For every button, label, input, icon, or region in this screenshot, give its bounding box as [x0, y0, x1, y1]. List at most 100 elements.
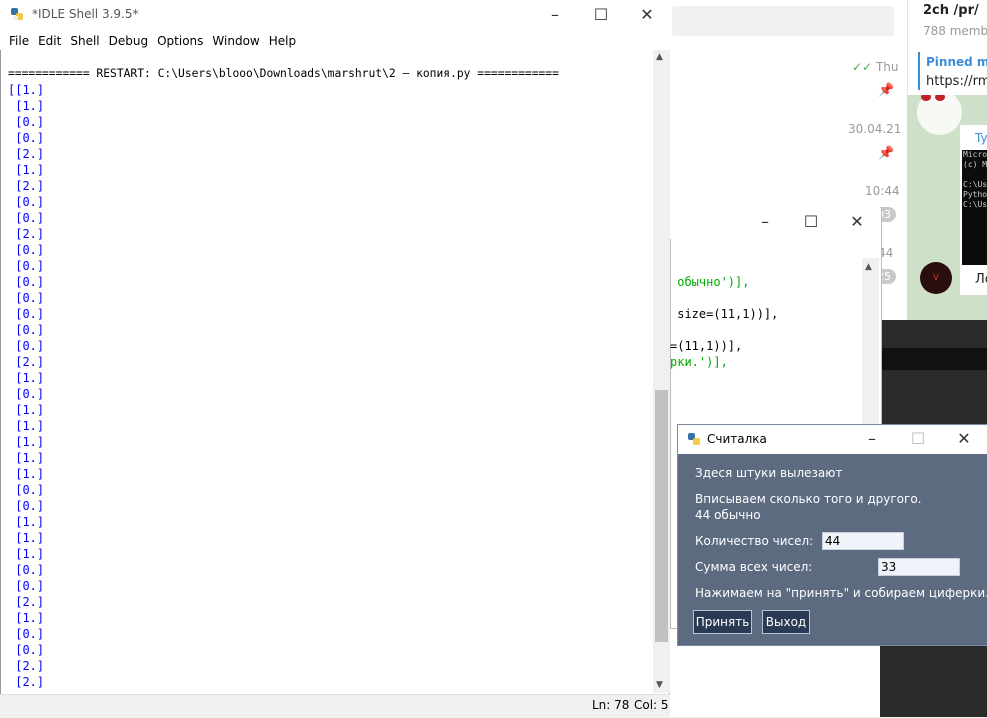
column-number: Col: 5 — [634, 698, 669, 712]
output-line: [2.] — [8, 179, 45, 193]
scroll-up-icon[interactable]: ▲ — [656, 52, 663, 62]
menu-debug[interactable]: Debug — [109, 31, 148, 51]
chat-time-2: 30.04.21 — [848, 122, 902, 136]
minimize-icon[interactable]: – — [532, 0, 578, 30]
dialog-hint: Нажимаем на "принять" и собираем циферки… — [695, 586, 987, 600]
output-line: [2.] — [8, 147, 45, 161]
editor-code[interactable]: обычно')], size=(11,1))], =(11,1))], рки.… — [670, 258, 860, 370]
menu-window[interactable]: Window — [212, 31, 259, 51]
output-line: [0.] — [8, 131, 45, 145]
output-line: [2.] — [8, 355, 45, 369]
close-icon[interactable]: ✕ — [941, 425, 987, 453]
count-input[interactable] — [822, 532, 904, 550]
output-line: [0.] — [8, 643, 45, 657]
output-line: [0.] — [8, 387, 45, 401]
output-line: [2.] — [8, 595, 45, 609]
dark-window-toolbar — [880, 348, 987, 370]
output-line: [1.] — [8, 531, 45, 545]
console-preview-image: Micro (c) M C:\Us Pytho C:\Us — [962, 150, 987, 265]
output-line: [0.] — [8, 115, 45, 129]
exit-button[interactable]: Выход — [762, 610, 810, 634]
output-line: [1.] — [8, 435, 45, 449]
dialog-heading: Здеся штуки вылезают — [695, 466, 843, 480]
editor-titlebar: – ☐ ✕ — [670, 207, 880, 239]
output-line: [0.] — [8, 627, 45, 641]
pin-icon: 📌 — [878, 146, 895, 161]
output-line: [1.] — [8, 611, 45, 625]
chat-members-count: 788 memb — [923, 24, 987, 38]
output-line: [0.] — [8, 291, 45, 305]
menu-shell[interactable]: Shell — [70, 31, 99, 51]
output-line: [1.] — [8, 467, 45, 481]
sum-input[interactable] — [878, 558, 960, 576]
python-logo-icon — [11, 8, 23, 20]
output-line: [0.] — [8, 483, 45, 497]
output-line: [0.] — [8, 275, 45, 289]
output-line: [0.] — [8, 307, 45, 321]
maximize-icon[interactable]: ☐ — [578, 0, 624, 30]
python-logo-icon — [688, 433, 700, 445]
close-icon[interactable]: ✕ — [624, 0, 670, 30]
output-line: [2.] — [8, 227, 45, 241]
pin-icon: 📌 — [878, 83, 895, 98]
sum-label: Сумма всех чисел: — [695, 560, 813, 574]
menu-file[interactable]: File — [9, 31, 29, 51]
output-line: [2.] — [8, 675, 45, 689]
output-line: [1.] — [8, 690, 652, 692]
output-line: [1.] — [8, 163, 45, 177]
output-line: [0.] — [8, 259, 45, 273]
menu-edit[interactable]: Edit — [38, 31, 61, 51]
output-lines: [[1.] [1.] [0.] [0.] [2.] [1.] [2.] [0.]… — [8, 82, 652, 692]
close-icon[interactable]: ✕ — [834, 207, 880, 237]
output-line: [[1.] — [8, 83, 45, 97]
chat-time-1: ✓✓ Thu — [852, 60, 899, 74]
accept-button[interactable]: Принять — [693, 610, 752, 634]
scroll-down-icon[interactable]: ▼ — [656, 680, 663, 690]
status-bar: Ln: 78 Col: 5 — [0, 694, 670, 718]
scrollbar-thumb[interactable] — [655, 390, 668, 642]
output-line: [0.] — [8, 211, 45, 225]
output-line: [0.] — [8, 339, 45, 353]
output-line: [0.] — [8, 499, 45, 513]
output-line: [0.] — [8, 579, 45, 593]
last-message-text: Ло — [975, 272, 987, 287]
maximize-icon: ☐ — [910, 429, 926, 448]
output-line: [1.] — [8, 403, 45, 417]
maximize-icon[interactable]: ☐ — [788, 207, 834, 237]
double-check-icon: ✓✓ — [852, 60, 873, 74]
window-title: *IDLE Shell 3.9.5* — [32, 7, 139, 21]
pinned-indicator — [918, 52, 920, 90]
minimize-icon[interactable]: – — [742, 207, 788, 237]
output-line: [0.] — [8, 323, 45, 337]
shell-output[interactable]: ============ RESTART: C:\Users\blooo\Dow… — [8, 50, 652, 692]
restart-line: ============ RESTART: C:\Users\blooo\Dow… — [8, 67, 559, 80]
output-line: [1.] — [8, 419, 45, 433]
dialog-instruction: Вписываем сколько того и другого. — [695, 492, 922, 506]
shell-titlebar: *IDLE Shell 3.9.5* – ☐ ✕ — [0, 0, 670, 30]
telegram-search-input[interactable] — [672, 6, 894, 36]
chat-time-3: 10:44 — [865, 184, 900, 198]
count-label: Количество чисел: — [695, 534, 814, 548]
dialog-instruction-hint: 44 обычно — [695, 508, 761, 522]
output-line: [1.] — [8, 371, 45, 385]
line-number: Ln: 78 — [592, 698, 630, 712]
output-line: [1.] — [8, 547, 45, 561]
pinned-message-title[interactable]: Pinned me — [926, 55, 987, 69]
output-line: [2.] — [8, 659, 45, 673]
scroll-up-icon[interactable]: ▲ — [865, 262, 872, 272]
chat-name[interactable]: 2ch /pr/ — [923, 3, 979, 18]
message-card-link[interactable]: Ty — [975, 131, 987, 145]
output-line: [0.] — [8, 195, 45, 209]
output-line: [0.] — [8, 563, 45, 577]
dialog-title: Считалка — [707, 432, 767, 446]
output-line: [1.] — [8, 515, 45, 529]
avatar[interactable]: V — [920, 262, 952, 294]
pinned-message-link[interactable]: https://rm — [926, 74, 987, 89]
menu-options[interactable]: Options — [157, 31, 203, 51]
output-line: [1.] — [8, 451, 45, 465]
output-line: [0.] — [8, 243, 45, 257]
output-line: [1.] — [8, 99, 45, 113]
menu-help[interactable]: Help — [269, 31, 296, 51]
menu-bar: File Edit Shell Debug Options Window Help — [0, 30, 670, 50]
minimize-icon[interactable]: – — [849, 425, 895, 453]
